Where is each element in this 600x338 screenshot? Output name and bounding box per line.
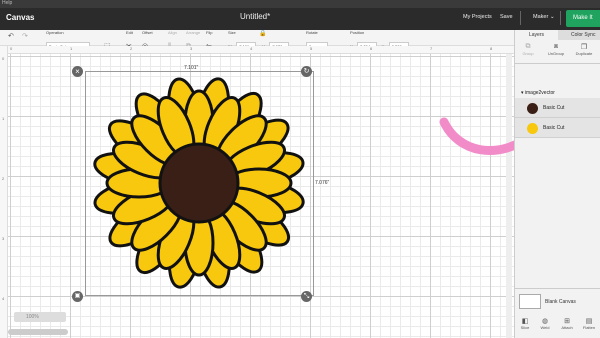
ruler-tick: 3 (2, 236, 5, 241)
my-projects-link[interactable]: My Projects (463, 14, 492, 20)
ruler-tick: 7 (430, 46, 433, 51)
chevron-down-icon[interactable]: ⌄ (550, 14, 555, 20)
group-button[interactable]: ⧉ Group (518, 43, 538, 56)
make-it-button[interactable]: Make It (566, 10, 600, 27)
ruler-tick: 4 (250, 46, 253, 51)
panel-tabs: Layers Color Sync (515, 30, 600, 40)
ruler-tick: 8 (490, 46, 493, 51)
zoom-value: 100% (26, 314, 39, 320)
ruler-tick: 2 (2, 176, 5, 181)
attach-button[interactable]: ⊞ Attach (557, 317, 577, 330)
layer-group[interactable]: ▾ image2vector (515, 88, 600, 98)
slice-label: Slice (520, 325, 530, 330)
sunflower-image[interactable] (85, 71, 314, 296)
undo-icon[interactable]: ↶ (8, 33, 14, 41)
bottom-tools: ◧ Slice ◍ Weld ⊞ Attach ▤ Flatten (515, 314, 600, 338)
layer-label: Basic Cut (543, 125, 565, 131)
arrange-label: Arrange (186, 30, 201, 35)
attach-icon: ⊞ (564, 318, 570, 325)
zoom-control[interactable]: 100% (14, 312, 66, 322)
help-menu[interactable]: Help (2, 0, 12, 6)
layer-tools: ⧉ Group ⧈ UnGroup ❐ Duplicate (515, 40, 600, 64)
resize-icon[interactable]: ⤡ (301, 291, 312, 302)
machine-select[interactable]: Maker (533, 14, 548, 20)
ruler-tick: 6 (370, 46, 373, 51)
design-canvas[interactable]: 7.101" 7.076" × ↻ ▣ ⤡ 100% (8, 54, 514, 338)
horizontal-scrollbar[interactable] (8, 329, 68, 335)
position-label: Position (350, 30, 365, 35)
ruler-tick: 5 (310, 46, 313, 51)
weld-label: Weld (540, 325, 550, 330)
top-bar: Help Canvas Untitled* My Projects Save M… (0, 0, 600, 30)
group-icon: ⧉ (525, 43, 531, 50)
ruler-tick: 0 (2, 56, 5, 61)
blank-canvas-row[interactable]: Blank Canvas (515, 288, 600, 314)
tab-layers[interactable]: Layers (515, 30, 558, 40)
ruler-tick: 1 (70, 46, 73, 51)
align-label: Align (168, 30, 177, 35)
blank-canvas-label: Blank Canvas (545, 299, 576, 305)
flatten-icon: ▤ (585, 318, 593, 325)
divider (560, 11, 561, 25)
layer-label: Basic Cut (543, 105, 565, 111)
top-ruler: 0 1 2 3 4 5 6 7 8 (8, 46, 514, 54)
save-link[interactable]: Save (500, 14, 513, 20)
flower-center (158, 142, 240, 224)
weld-button[interactable]: ◍ Weld (535, 317, 555, 330)
flatten-label: Flatten (582, 325, 596, 330)
duplicate-button[interactable]: ❐ Duplicate (574, 43, 594, 56)
slice-icon: ◧ (521, 318, 529, 325)
deselect-label (104, 30, 111, 35)
flip-label: Flip (206, 30, 213, 35)
layer-row[interactable]: Basic Cut (515, 118, 600, 138)
close-icon[interactable]: × (72, 66, 83, 77)
size-label: Size (228, 30, 236, 35)
duplicate-label: Duplicate (575, 51, 593, 56)
left-ruler: 0 1 2 3 4 (0, 46, 8, 338)
ruler-tick: 3 (190, 46, 193, 51)
edit-toolbar: ↶ ↷ Operation Basic Cut ⬚ Edit ✂ Offset … (0, 30, 514, 50)
operation-label: Operation (46, 30, 64, 35)
ungroup-icon: ⧈ (553, 43, 559, 50)
document-title[interactable]: Untitled* (240, 12, 270, 21)
canvas-swatch[interactable] (519, 294, 541, 309)
duplicate-icon: ❐ (580, 44, 588, 51)
layers-panel: Layers Color Sync ⧉ Group ⧈ UnGroup ❐ Du… (514, 30, 600, 338)
layer-thumbnail (527, 103, 538, 114)
group-label: Group (522, 51, 534, 56)
edit-label: Edit (126, 30, 133, 35)
attach-label: Attach (561, 325, 573, 330)
rotate-icon[interactable]: ↻ (301, 66, 312, 77)
ruler-tick: 0 (10, 46, 13, 51)
lock-icon[interactable]: ▣ (72, 291, 83, 302)
layer-row[interactable]: Basic Cut (515, 98, 600, 118)
ungroup-button[interactable]: ⧈ UnGroup (546, 43, 566, 56)
divider (520, 11, 521, 25)
slice-button[interactable]: ◧ Slice (515, 317, 535, 330)
tab-color-sync[interactable]: Color Sync (571, 32, 595, 38)
weld-icon: ◍ (541, 318, 549, 325)
chevron-down-icon[interactable]: ▾ (521, 90, 524, 96)
app-title: Canvas (6, 13, 35, 22)
layer-thumbnail (527, 123, 538, 134)
ruler-tick: 4 (2, 296, 5, 301)
layer-group-name: image2vector (524, 90, 555, 96)
vertical-scrollbar[interactable] (506, 54, 512, 338)
ruler-tick: 1 (2, 116, 5, 121)
height-dimension: 7.076" (315, 180, 330, 186)
flatten-button[interactable]: ▤ Flatten (579, 317, 599, 330)
ungroup-label: UnGroup (547, 51, 565, 56)
ruler-tick: 2 (130, 46, 133, 51)
redo-icon[interactable]: ↷ (22, 33, 28, 41)
offset-label: Offset (142, 30, 153, 35)
rotate-label: Rotate (306, 30, 318, 35)
